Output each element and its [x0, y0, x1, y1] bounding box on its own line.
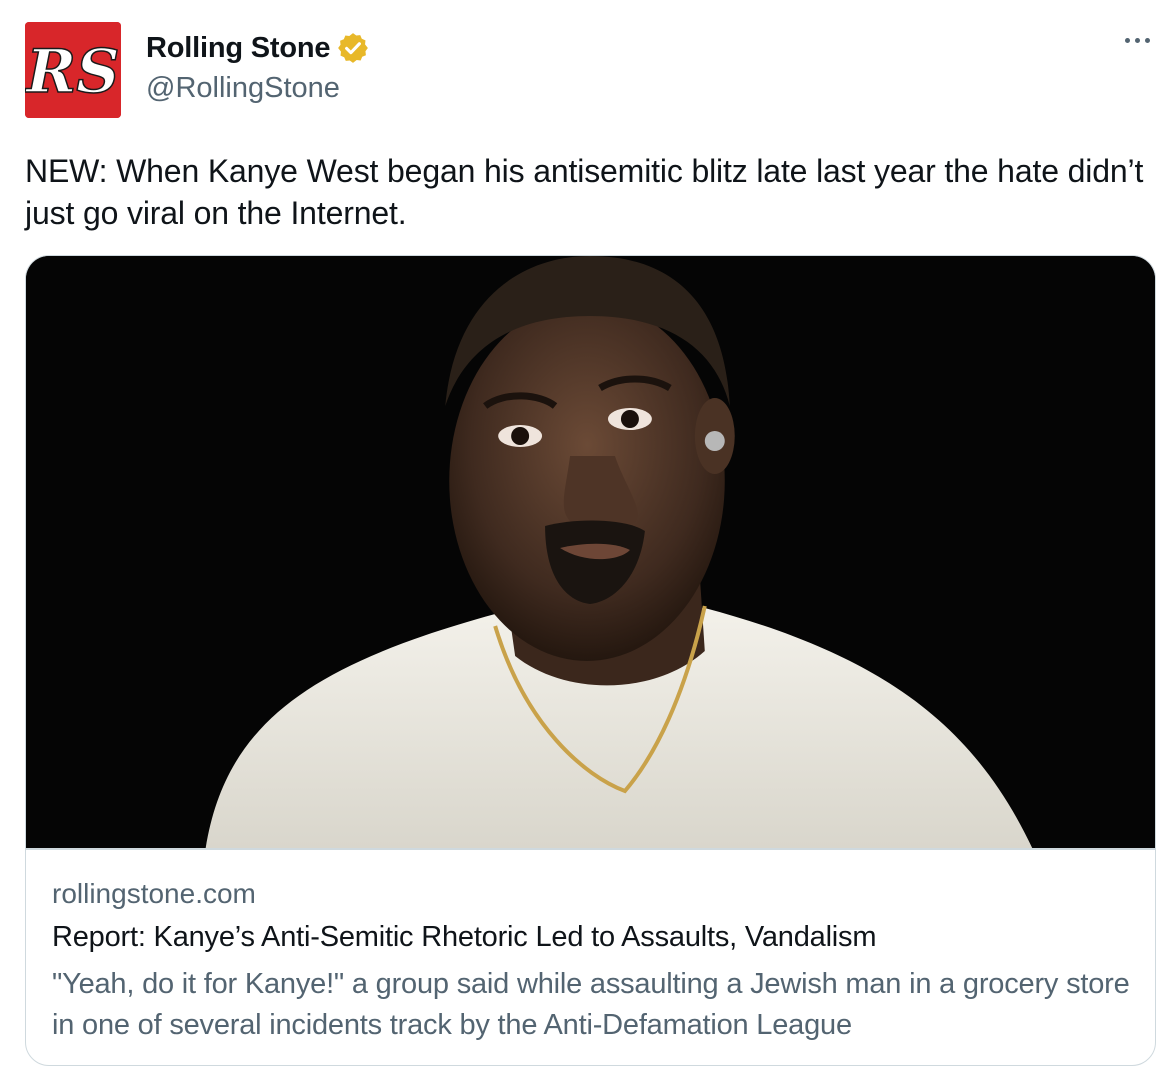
card-title[interactable]: Report: Kanye’s Anti-Semitic Rhetoric Le… — [52, 921, 877, 954]
tweet-text: NEW: When Kanye West began his antisemit… — [25, 153, 1144, 231]
card-image[interactable] — [26, 256, 1155, 848]
author-name-row[interactable]: Rolling Stone — [146, 30, 370, 66]
more-options-icon[interactable] — [1125, 38, 1150, 43]
portrait-photo — [26, 256, 1155, 848]
card-domain[interactable]: rollingstone.com — [52, 878, 256, 910]
more-dot — [1135, 38, 1140, 43]
verified-badge-icon[interactable] — [336, 31, 370, 65]
svg-text:RS: RS — [25, 37, 120, 107]
rolling-stone-logo: RS — [25, 22, 121, 118]
card-description[interactable]: "Yeah, do it for Kanye!" a group said wh… — [52, 964, 1137, 1046]
display-name[interactable]: Rolling Stone — [146, 32, 330, 65]
author-handle[interactable]: @RollingStone — [146, 72, 340, 105]
avatar[interactable]: RS — [25, 22, 121, 118]
more-dot — [1125, 38, 1130, 43]
link-preview-card[interactable]: rollingstone.com Report: Kanye’s Anti-Se… — [25, 255, 1156, 1066]
more-dot — [1145, 38, 1150, 43]
card-divider — [26, 848, 1155, 850]
